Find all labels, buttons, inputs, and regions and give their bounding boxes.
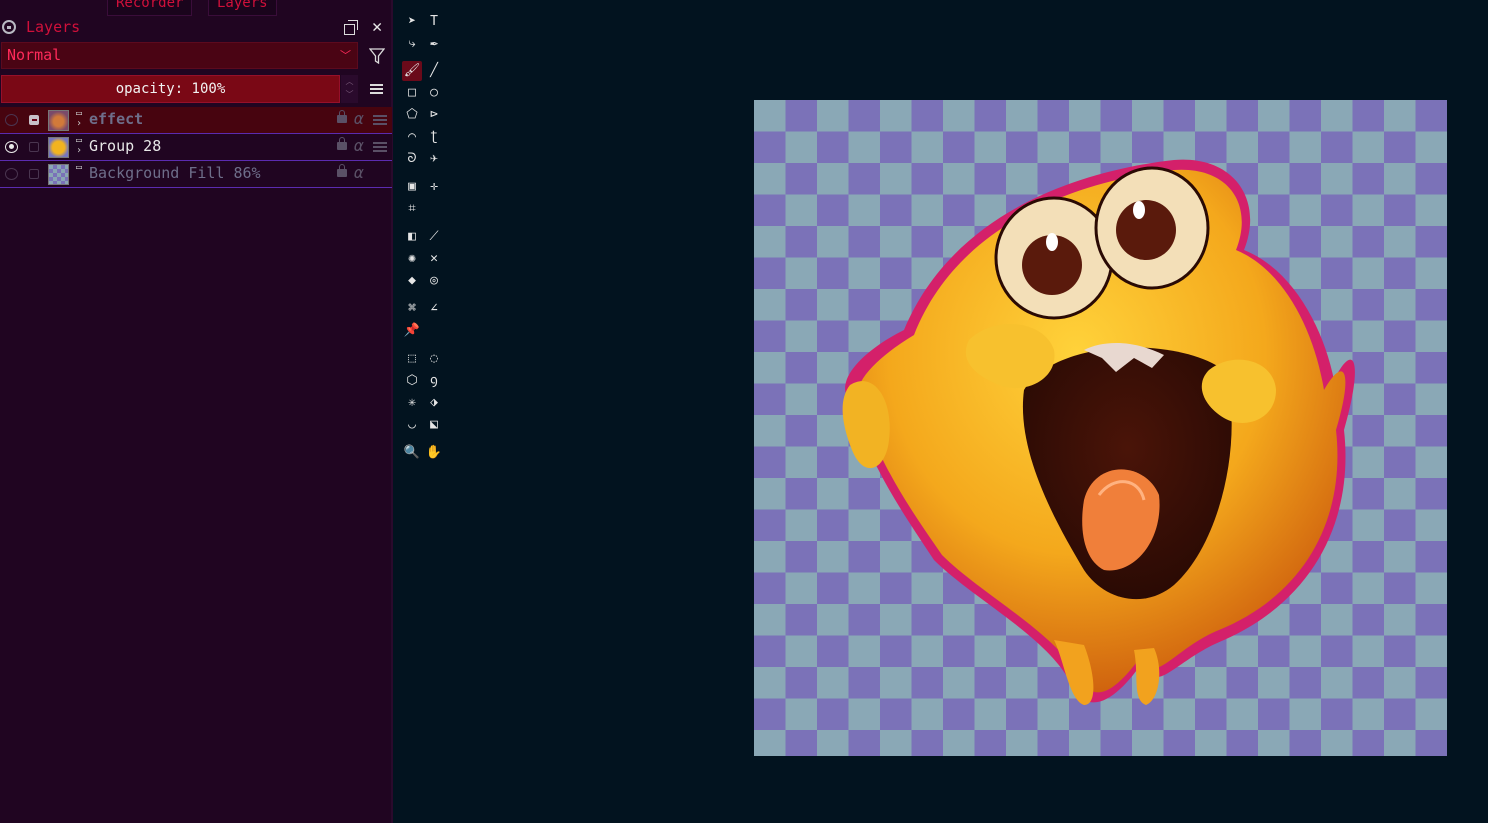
line-icon[interactable]: ╱ xyxy=(424,61,444,81)
ellipse-icon[interactable]: ○ xyxy=(424,83,444,103)
bezier-freehand-icon[interactable]: ʈ xyxy=(424,127,444,147)
alpha-lock-icon[interactable]: α xyxy=(354,163,364,182)
close-icon[interactable]: ✕ xyxy=(372,17,382,37)
layer-name: Background Fill 86% xyxy=(89,164,261,182)
dynamic-brush-icon[interactable]: ✈ xyxy=(424,149,444,169)
color-sampler-icon[interactable]: ⟋ xyxy=(424,227,444,247)
layers-docker: Recorder Layers Layers ✕ Normal ﹀ opacit… xyxy=(0,0,393,823)
polyline-icon[interactable]: ⊳ xyxy=(424,105,444,125)
tab-recorder[interactable]: Recorder xyxy=(107,0,193,16)
krita-window: Recorder Layers Layers ✕ Normal ﹀ opacit… xyxy=(0,0,1488,823)
similar-select-icon[interactable]: ⬗ xyxy=(424,393,444,413)
measure-icon[interactable]: ∠ xyxy=(424,299,444,319)
inherit-alpha-icon[interactable] xyxy=(373,142,387,153)
transform-icon[interactable]: ▣ xyxy=(402,177,422,197)
assistant-icon[interactable]: ✕ xyxy=(424,249,444,269)
reference-icon[interactable]: ⌘ xyxy=(402,299,422,319)
lock-icon[interactable] xyxy=(337,137,347,150)
filter-icon[interactable] xyxy=(369,48,385,64)
fill-icon[interactable]: ◆ xyxy=(402,271,422,291)
text-icon[interactable]: T xyxy=(424,12,444,32)
lock-docker-icon[interactable] xyxy=(2,20,16,34)
yellow-creature-artwork xyxy=(842,159,1355,705)
opacity-spinner[interactable]: ︿ ﹀ xyxy=(341,75,358,103)
alpha-lock-icon[interactable]: α xyxy=(354,109,364,128)
layer-checkbox[interactable] xyxy=(29,115,39,125)
inherit-alpha-icon[interactable] xyxy=(373,115,387,126)
rect-select-icon[interactable]: ⬚ xyxy=(402,349,422,369)
bezier-select-icon[interactable]: ◡ xyxy=(402,415,422,435)
blend-mode-value: Normal xyxy=(7,46,62,64)
layer-row-background[interactable]: ▭ Background Fill 86% α xyxy=(0,161,392,188)
alpha-lock-icon[interactable]: α xyxy=(354,136,364,155)
contiguous-select-icon[interactable]: ✳ xyxy=(402,393,422,413)
gradient-icon[interactable]: ◧ xyxy=(402,227,422,247)
group-expand-icon[interactable]: ▭ › xyxy=(76,109,86,131)
document-canvas[interactable] xyxy=(754,100,1447,756)
pan-icon[interactable]: ✋ xyxy=(424,443,444,463)
freehand-path-icon[interactable]: ᘐ xyxy=(402,149,422,169)
panel-titlebar: Layers ✕ xyxy=(0,17,393,39)
select-icon[interactable]: ➤ xyxy=(402,12,422,32)
magnetic-select-icon[interactable]: ⬕ xyxy=(424,415,444,435)
pin-icon[interactable]: 📌 xyxy=(402,321,422,341)
docker-tabs: Recorder Layers xyxy=(0,0,393,17)
float-docker-icon[interactable] xyxy=(344,20,358,35)
opacity-slider[interactable]: opacity: 100% xyxy=(1,75,340,103)
zoom-icon[interactable]: 🔍 xyxy=(402,443,422,463)
layer-thumbnail xyxy=(48,137,69,158)
smart-patch-icon[interactable]: ✺ xyxy=(402,249,422,269)
layer-checkbox[interactable] xyxy=(29,142,39,152)
rectangle-icon[interactable]: □ xyxy=(402,83,422,103)
lock-icon[interactable] xyxy=(337,164,347,177)
panel-title: Layers xyxy=(26,18,81,36)
bezier-curve-icon[interactable]: ⌒ xyxy=(402,127,422,147)
polygon-icon[interactable]: ⬠ xyxy=(402,105,422,125)
tab-layers[interactable]: Layers xyxy=(208,0,277,16)
blend-mode-select[interactable]: Normal ﹀ xyxy=(1,42,358,69)
layer-thumbnail xyxy=(48,164,69,185)
fill-layer-icon: ▭ xyxy=(76,162,83,173)
group-expand-icon[interactable]: ▭ › xyxy=(76,136,86,158)
enclose-fill-icon[interactable]: ◎ xyxy=(424,271,444,291)
visibility-eye-icon[interactable] xyxy=(5,114,18,126)
layer-checkbox[interactable] xyxy=(29,169,39,179)
layer-thumbnail xyxy=(48,110,69,131)
outline-select-icon[interactable]: ꝯ xyxy=(424,371,444,391)
layer-list: ▭ › effect α ▭ › Group 28 α ▭ Background… xyxy=(0,107,392,188)
polygon-select-icon[interactable]: ⬡ xyxy=(402,371,422,391)
chevron-down-icon: ﹀ xyxy=(340,49,351,62)
hamburger-menu-icon[interactable] xyxy=(370,84,383,94)
freehand-brush-icon[interactable]: 🖌 xyxy=(402,61,422,81)
layer-row-group[interactable]: ▭ › Group 28 α xyxy=(0,134,392,161)
move-icon[interactable]: ✛ xyxy=(424,177,444,197)
crop-icon[interactable]: ⌗ xyxy=(402,199,422,219)
visibility-eye-icon[interactable] xyxy=(5,168,18,180)
edit-shapes-icon[interactable]: ⤷ xyxy=(402,34,422,54)
toolbox: ➤ T ⤷ ✒ 🖌 ╱ □ ○ ⬠ ⊳ ⌒ ʈ ᘐ ✈ ▣ ✛ ⌗ ◧ ⟋ ✺ … xyxy=(398,0,446,823)
visibility-eye-icon[interactable] xyxy=(5,141,18,153)
layer-row-effect[interactable]: ▭ › effect α xyxy=(0,107,392,134)
layer-name: effect xyxy=(89,110,144,128)
ellipse-select-icon[interactable]: ◌ xyxy=(424,349,444,369)
lock-icon[interactable] xyxy=(337,110,347,123)
blend-mode-row: Normal ﹀ xyxy=(0,41,393,71)
calligraphy-icon[interactable]: ✒ xyxy=(424,34,444,54)
layer-name: Group 28 xyxy=(89,137,162,155)
opacity-row: opacity: 100% ︿ ﹀ xyxy=(0,74,393,104)
